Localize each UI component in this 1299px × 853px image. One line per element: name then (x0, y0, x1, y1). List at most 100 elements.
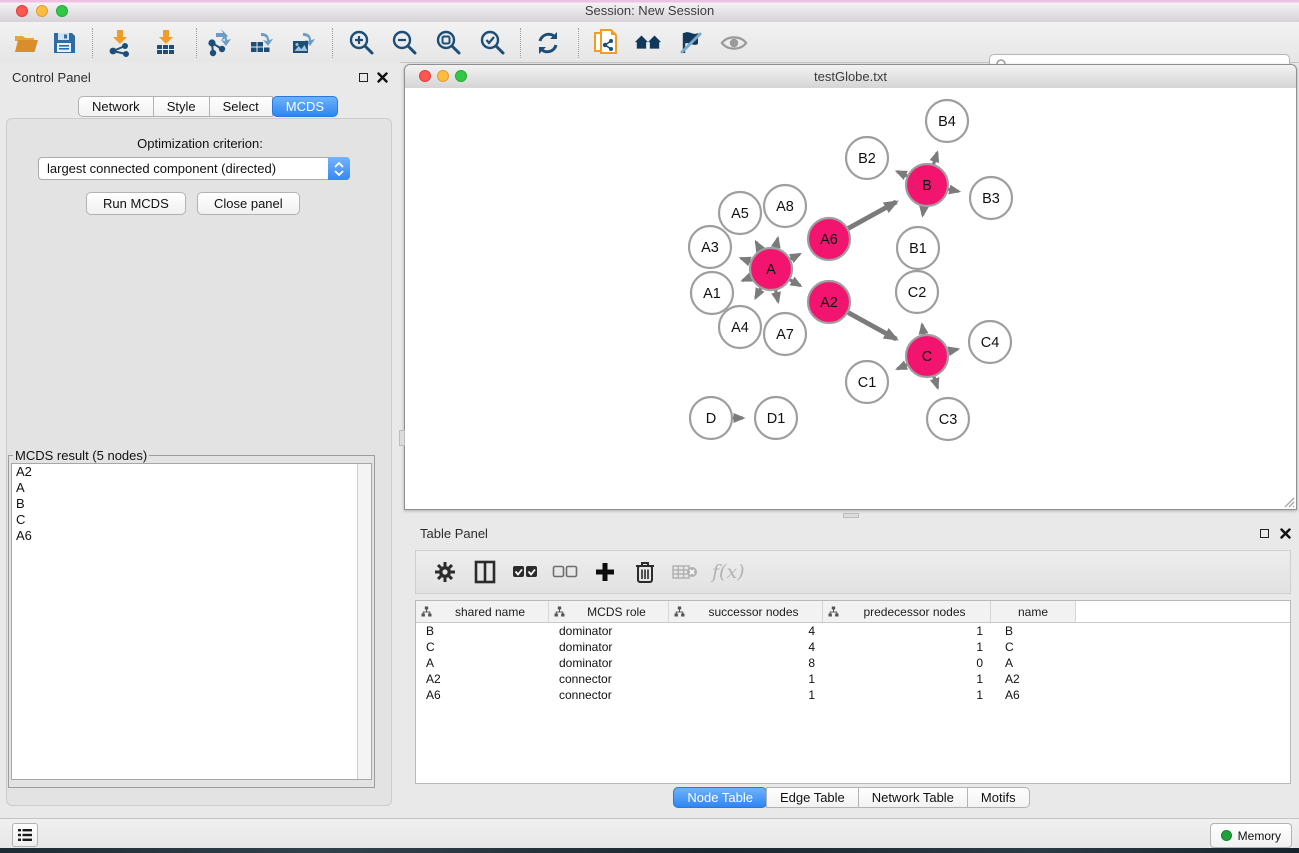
mcds-result-list[interactable]: A2ABCA6 (11, 463, 372, 780)
table-row[interactable]: Cdominator41C (416, 639, 1290, 655)
network-canvas[interactable]: B4B2BB3A8A5A6A3B1AA1C2A2A4A7C4CC1C3DD1 (405, 88, 1296, 509)
result-list-item[interactable]: B (12, 496, 371, 512)
shared-column-icon (554, 606, 565, 617)
network-graph[interactable]: B4B2BB3A8A5A6A3B1AA1C2A2A4A7C4CC1C3DD1 (405, 88, 1296, 509)
node-label-B: B (922, 178, 932, 194)
tab-select[interactable]: Select (209, 96, 273, 117)
table-panel-title: Table Panel (420, 526, 488, 541)
node-label-A2: A2 (820, 295, 838, 311)
dropdown-stepper-icon (328, 157, 350, 180)
vertical-splitter-handle[interactable] (399, 430, 405, 446)
tab-style[interactable]: Style (153, 96, 210, 117)
table-cell: B (991, 624, 1076, 638)
optimization-criterion-dropdown[interactable]: largest connected component (directed) (38, 157, 350, 180)
node-label-A1: A1 (703, 286, 721, 302)
table-cell: 1 (823, 624, 991, 638)
shared-column-icon (421, 606, 432, 617)
table-cell: 1 (669, 688, 823, 702)
list-icon (18, 829, 32, 841)
import-network-icon[interactable] (106, 29, 134, 57)
node-table[interactable]: shared nameMCDS rolesuccessor nodesprede… (415, 600, 1291, 784)
open-session-icon[interactable] (12, 29, 40, 57)
result-list-item[interactable]: A6 (12, 528, 371, 544)
table-cell: dominator (549, 640, 669, 654)
show-hidden-eye-icon[interactable] (720, 29, 748, 57)
run-mcds-button[interactable]: Run MCDS (86, 192, 186, 215)
table-cell: dominator (549, 624, 669, 638)
table-row[interactable]: A2connector11A2 (416, 671, 1290, 687)
close-panel-button[interactable]: Close panel (197, 192, 300, 215)
network-window-title: testGlobe.txt (405, 69, 1296, 84)
float-table-panel-icon[interactable] (1260, 529, 1269, 538)
table-body: Bdominator41BCdominator41CAdominator80AA… (416, 623, 1290, 703)
tab-network[interactable]: Network (78, 96, 154, 117)
export-table-icon[interactable] (248, 29, 276, 57)
export-image-icon[interactable] (290, 29, 318, 57)
export-network-icon[interactable] (206, 29, 234, 57)
status-bar: Memory (0, 818, 1299, 849)
task-history-button[interactable] (12, 823, 38, 847)
column-header-MCDS-role[interactable]: MCDS role (549, 601, 669, 622)
result-list-item[interactable]: A2 (12, 464, 371, 480)
zoom-in-icon[interactable] (347, 29, 375, 57)
delete-row-trash-icon[interactable] (632, 559, 658, 585)
table-cell: connector (549, 672, 669, 686)
save-session-icon[interactable] (50, 29, 78, 57)
result-list-item[interactable]: C (12, 512, 371, 528)
column-header-shared-name[interactable]: shared name (416, 601, 549, 622)
column-header-predecessor-nodes[interactable]: predecessor nodes (823, 601, 991, 622)
table-row[interactable]: Bdominator41B (416, 623, 1290, 639)
result-list-item[interactable]: A (12, 480, 371, 496)
clear-selection-icon[interactable] (552, 559, 578, 585)
table-cell: C (416, 640, 549, 654)
resize-grip-icon[interactable] (1281, 494, 1295, 508)
add-row-plus-icon[interactable] (592, 559, 618, 585)
table-cell: 1 (669, 672, 823, 686)
tab-edge-table[interactable]: Edge Table (766, 787, 859, 808)
network-window-titlebar[interactable]: testGlobe.txt (405, 65, 1296, 89)
table-row[interactable]: A6connector11A6 (416, 687, 1290, 703)
node-label-A5: A5 (731, 206, 749, 222)
desktop-background-strip (0, 848, 1299, 853)
close-panel-icon[interactable] (377, 72, 388, 83)
tab-motifs[interactable]: Motifs (967, 787, 1030, 808)
table-cell: 4 (669, 624, 823, 638)
node-label-C: C (922, 349, 932, 365)
zoom-selected-icon[interactable] (478, 29, 506, 57)
node-label-D1: D1 (767, 411, 786, 427)
table-panel: Table Panel (404, 518, 1299, 818)
table-row[interactable]: Adominator80A (416, 655, 1290, 671)
zoom-out-icon[interactable] (390, 29, 418, 57)
tab-network-table[interactable]: Network Table (858, 787, 968, 808)
table-cell: A2 (991, 672, 1076, 686)
delete-column-icon[interactable] (672, 559, 698, 585)
first-neighbors-icon[interactable] (634, 29, 662, 57)
hide-selected-icon[interactable] (676, 29, 704, 57)
table-settings-gear-icon[interactable] (432, 559, 458, 585)
tab-node-table[interactable]: Node Table (673, 787, 767, 808)
apply-layout-icon[interactable] (534, 29, 562, 57)
close-table-panel-icon[interactable] (1280, 528, 1291, 539)
toolbar-separator (578, 28, 579, 58)
show-columns-icon[interactable] (472, 559, 498, 585)
scrollbar-track[interactable] (357, 464, 371, 779)
float-panel-icon[interactable] (359, 73, 368, 82)
column-header-successor-nodes[interactable]: successor nodes (669, 601, 823, 622)
memory-label: Memory (1238, 829, 1281, 843)
select-all-icon[interactable] (512, 559, 538, 585)
title-bar: Session: New Session (0, 0, 1299, 23)
function-builder-icon[interactable]: f(x) (712, 561, 745, 583)
shared-column-icon (674, 606, 685, 617)
tab-mcds[interactable]: MCDS (272, 96, 338, 117)
import-table-icon[interactable] (152, 29, 180, 57)
toolbar-separator (520, 28, 521, 58)
node-label-B1: B1 (909, 241, 927, 257)
application-window: Session: New Session (0, 0, 1299, 853)
column-header-name[interactable]: name (991, 601, 1076, 622)
zoom-fit-icon[interactable] (434, 29, 462, 57)
table-toolbar: f(x) (415, 550, 1291, 594)
table-cell: connector (549, 688, 669, 702)
shared-column-icon (828, 606, 839, 617)
duplicate-network-icon[interactable] (592, 29, 620, 57)
memory-button[interactable]: Memory (1210, 823, 1292, 848)
